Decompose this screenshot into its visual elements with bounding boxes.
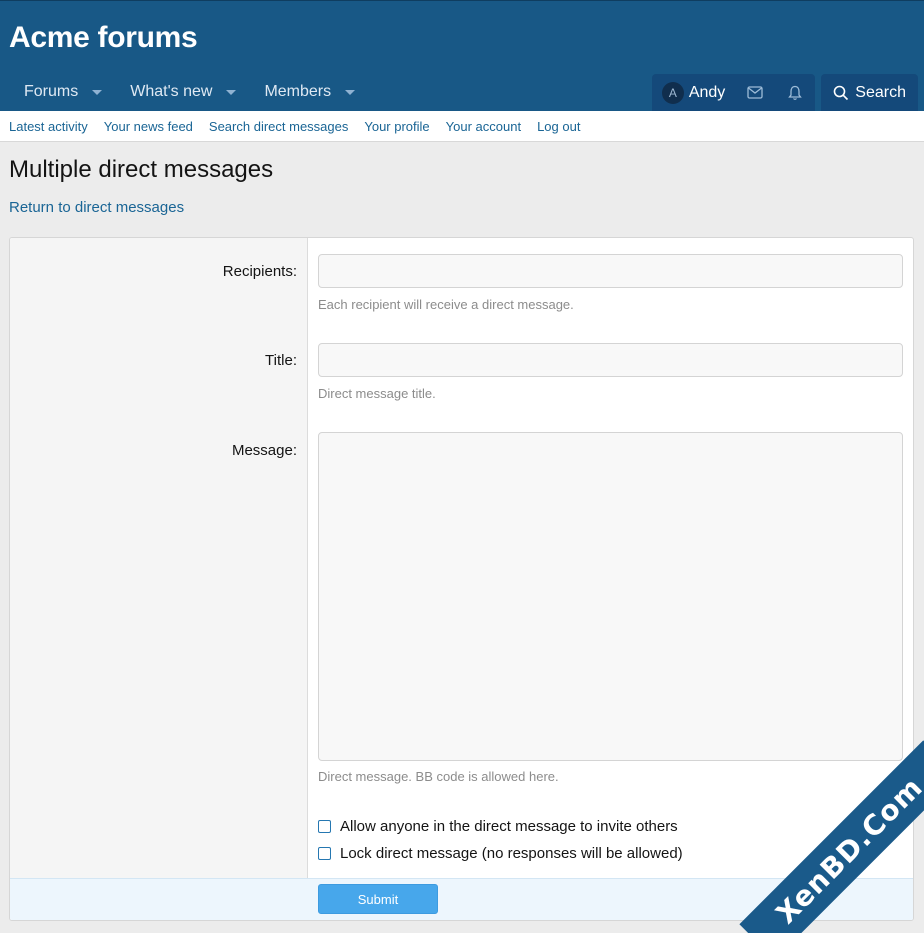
form-label-column bbox=[10, 238, 308, 879]
site-header: Acme forums bbox=[0, 0, 924, 73]
recipients-label: Recipients: bbox=[222, 263, 297, 280]
recipients-input[interactable] bbox=[318, 254, 903, 288]
search-button[interactable]: Search bbox=[821, 74, 918, 111]
bell-icon[interactable] bbox=[775, 74, 815, 111]
subnav-news-feed[interactable]: Your news feed bbox=[104, 119, 193, 134]
chevron-down-icon[interactable] bbox=[92, 89, 103, 95]
submit-button[interactable]: Submit bbox=[318, 884, 438, 914]
message-textarea[interactable] bbox=[318, 432, 903, 761]
search-icon bbox=[833, 85, 849, 100]
tab-forums-label: Forums bbox=[24, 83, 79, 100]
subnav-latest-activity[interactable]: Latest activity bbox=[9, 119, 88, 134]
user-nav-group: A Andy bbox=[651, 74, 816, 111]
subnav-your-account[interactable]: Your account bbox=[446, 119, 521, 134]
chevron-down-icon[interactable] bbox=[226, 89, 237, 95]
user-menu-link[interactable]: A Andy bbox=[652, 74, 735, 111]
subnav-search-direct-messages[interactable]: Search direct messages bbox=[209, 119, 348, 134]
tab-whats-new[interactable]: What's new bbox=[116, 73, 250, 111]
sub-navigation: Latest activity Your news feed Search di… bbox=[0, 111, 924, 142]
avatar: A bbox=[661, 81, 684, 104]
lock-message-label: Lock direct message (no responses will b… bbox=[340, 845, 683, 862]
title-label: Title: bbox=[265, 352, 297, 369]
subnav-your-profile[interactable]: Your profile bbox=[364, 119, 429, 134]
title-input[interactable] bbox=[318, 343, 903, 377]
message-hint: Direct message. BB code is allowed here. bbox=[318, 769, 559, 784]
tab-forums[interactable]: Forums bbox=[10, 73, 116, 111]
main-navbar: Forums What's new Members A Andy Search bbox=[0, 73, 924, 111]
allow-invite-label: Allow anyone in the direct message to in… bbox=[340, 818, 678, 835]
tab-members-label: Members bbox=[264, 83, 332, 100]
site-logo[interactable]: Acme forums bbox=[9, 21, 915, 55]
subnav-log-out[interactable]: Log out bbox=[537, 119, 580, 134]
message-label: Message: bbox=[231, 442, 297, 459]
chevron-down-icon[interactable] bbox=[345, 89, 356, 95]
direct-message-form: Recipients: Each recipient will receive … bbox=[9, 237, 914, 921]
allow-invite-checkbox[interactable] bbox=[318, 820, 331, 833]
allow-invite-checkbox-row[interactable]: Allow anyone in the direct message to in… bbox=[318, 818, 678, 835]
return-link[interactable]: Return to direct messages bbox=[9, 199, 184, 216]
recipients-hint: Each recipient will receive a direct mes… bbox=[318, 297, 574, 312]
username: Andy bbox=[688, 83, 726, 101]
page-title: Multiple direct messages bbox=[9, 156, 274, 183]
search-nav-group: Search bbox=[821, 74, 918, 111]
tab-members[interactable]: Members bbox=[250, 73, 369, 111]
envelope-icon[interactable] bbox=[735, 74, 775, 111]
search-label: Search bbox=[855, 83, 906, 101]
lock-message-checkbox[interactable] bbox=[318, 847, 331, 860]
lock-message-checkbox-row[interactable]: Lock direct message (no responses will b… bbox=[318, 845, 683, 862]
tab-whats-new-label: What's new bbox=[130, 83, 213, 100]
title-hint: Direct message title. bbox=[318, 386, 436, 401]
